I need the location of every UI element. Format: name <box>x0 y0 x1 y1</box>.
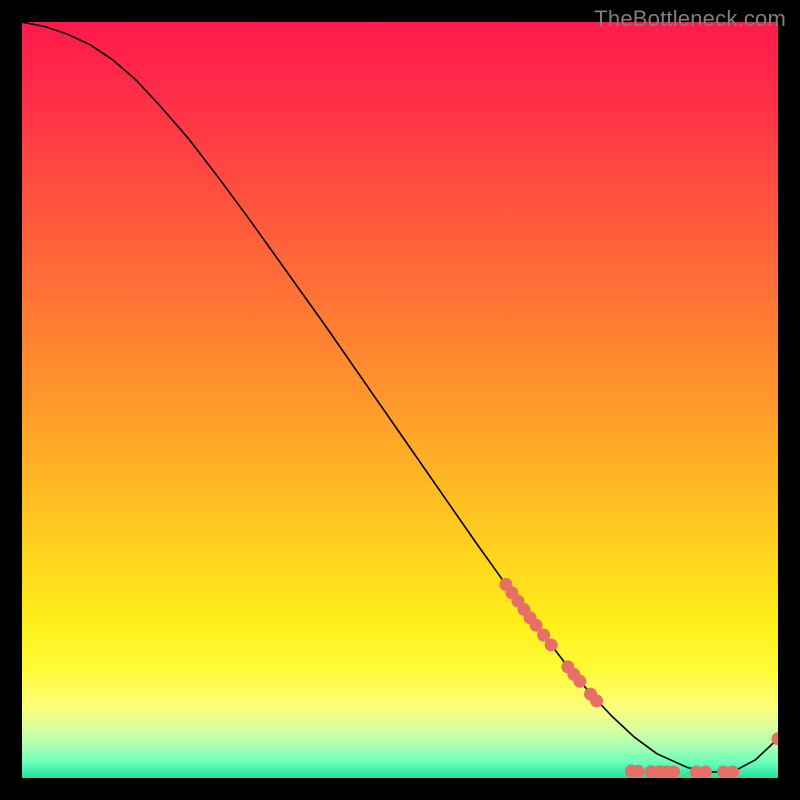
marker-dot <box>726 765 739 778</box>
gradient-background <box>22 22 778 778</box>
marker-dot <box>573 675 586 688</box>
marker-dot <box>590 694 603 707</box>
marker-dot <box>632 765 645 778</box>
marker-dot <box>699 765 712 778</box>
watermark-text: TheBottleneck.com <box>594 6 786 32</box>
chart-svg <box>22 22 778 778</box>
chart-frame: TheBottleneck.com <box>0 0 800 800</box>
marker-dot <box>545 638 558 651</box>
marker-dot <box>667 765 680 778</box>
plot-area <box>22 22 778 778</box>
